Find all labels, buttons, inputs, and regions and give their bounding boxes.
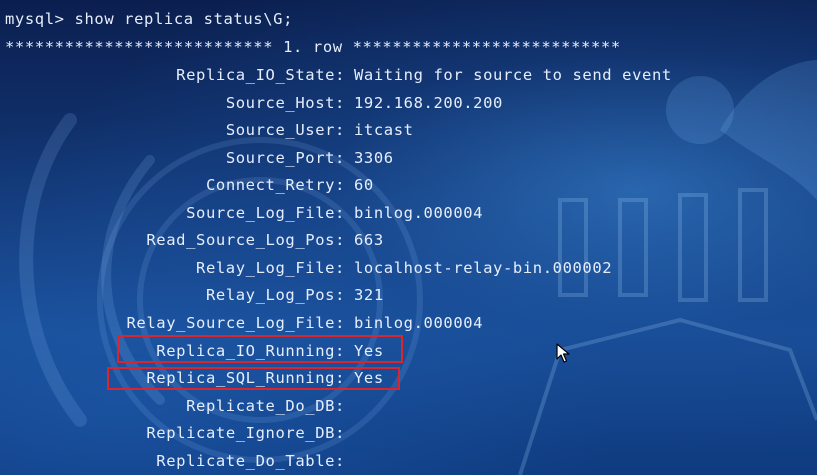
command-line: mysql> show replica status\G; xyxy=(5,10,294,28)
row-separator: *************************** 1. row *****… xyxy=(5,38,621,56)
field-label: Connect_Retry: xyxy=(205,176,345,194)
field-value: localhost-relay-bin.000002 xyxy=(354,259,613,277)
field-label: Replicate_Ignore_DB: xyxy=(146,424,345,442)
highlight-box-sql-running xyxy=(107,367,400,390)
terminal-window[interactable]: mysql> show replica status\G; **********… xyxy=(0,0,817,475)
mouse-pointer-icon xyxy=(556,343,570,363)
field-value: 192.168.200.200 xyxy=(354,94,503,112)
field-label: Source_Log_File: xyxy=(186,204,345,222)
field-value: 663 xyxy=(354,231,384,249)
field-label: Replica_IO_State: xyxy=(176,66,345,84)
field-value: Waiting for source to send event xyxy=(354,66,672,84)
field-label: Source_Port: xyxy=(225,149,345,167)
field-value: 321 xyxy=(354,286,384,304)
field-label: Relay_Source_Log_File: xyxy=(126,314,345,332)
field-label: Relay_Log_File: xyxy=(196,259,345,277)
field-label: Source_User: xyxy=(225,121,345,139)
field-label: Source_Host: xyxy=(225,94,345,112)
field-label: Replicate_Do_DB: xyxy=(186,397,345,415)
field-value: 3306 xyxy=(354,149,394,167)
field-value: binlog.000004 xyxy=(354,314,484,332)
field-value: itcast xyxy=(354,121,414,139)
field-value: binlog.000004 xyxy=(354,204,484,222)
highlight-box-io-running xyxy=(117,335,403,363)
field-label: Replicate_Do_Table: xyxy=(156,452,345,470)
field-label: Relay_Log_Pos: xyxy=(205,286,345,304)
field-value: 60 xyxy=(354,176,374,194)
field-label: Read_Source_Log_Pos: xyxy=(146,231,345,249)
